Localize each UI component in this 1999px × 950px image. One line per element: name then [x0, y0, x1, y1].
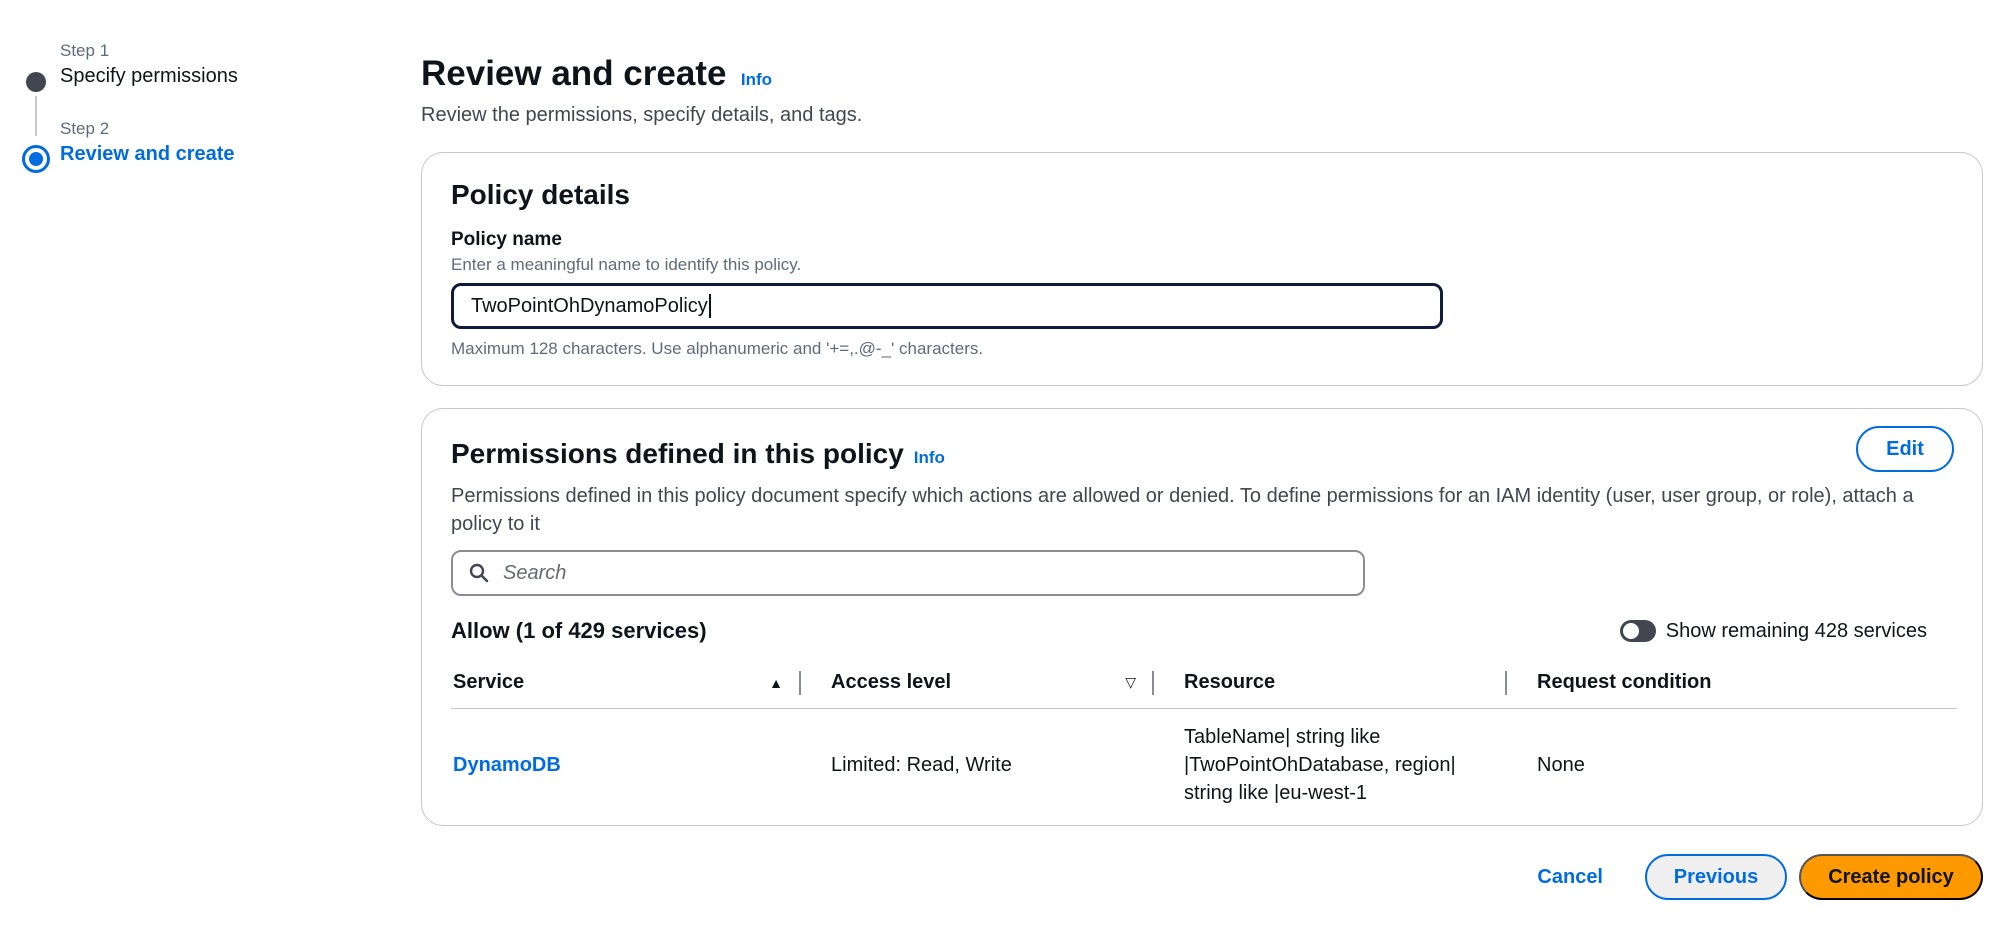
- cancel-button[interactable]: Cancel: [1537, 866, 1603, 889]
- sort-descending-icon[interactable]: ▽: [1125, 674, 1136, 691]
- step-2-label: Step 2: [60, 119, 110, 138]
- allow-services-title: Allow (1 of 429 services): [451, 618, 707, 643]
- column-header-service[interactable]: Service ▲: [451, 658, 801, 709]
- column-header-resource: Resource: [1154, 658, 1507, 709]
- permissions-title: Permissions defined in this policy: [451, 438, 904, 469]
- column-header-request-condition: Request condition: [1507, 658, 1957, 709]
- column-service-label: Service: [453, 671, 525, 694]
- show-remaining-services-toggle[interactable]: [1619, 620, 1656, 642]
- permissions-description: Permissions defined in this policy docum…: [451, 485, 1914, 535]
- search-placeholder: Search: [503, 561, 567, 584]
- column-header-access-level[interactable]: Access level ▽: [801, 658, 1154, 709]
- show-remaining-toggle-wrap: Show remaining 428 services: [1619, 619, 1927, 643]
- search-icon: [469, 563, 489, 583]
- policy-name-input[interactable]: TwoPointOhDynamoPolicy: [451, 283, 1443, 329]
- column-access-level-label: Access level: [831, 671, 952, 694]
- page-description: Review the permissions, specify details,…: [421, 104, 863, 126]
- sort-ascending-icon[interactable]: ▲: [769, 675, 783, 691]
- policy-details-container: Policy details Policy name Enter a meani…: [421, 152, 1983, 386]
- previous-button[interactable]: Previous: [1645, 854, 1787, 900]
- column-resource-label: Resource: [1184, 671, 1276, 694]
- policy-name-description: Enter a meaningful name to identify this…: [451, 255, 802, 274]
- step-2-title: Review and create: [60, 143, 235, 165]
- step-2: Step 2 Review and create: [20, 118, 320, 173]
- step-2-current-indicator-icon: [22, 145, 50, 173]
- cell-service: DynamoDB: [451, 708, 801, 821]
- page-header: Review and create Info Review the permis…: [421, 52, 862, 127]
- permissions-search-input[interactable]: Search: [451, 550, 1365, 596]
- page-title: Review and create: [421, 54, 727, 93]
- table-header-row: Service ▲ Access level ▽ Resource Request …: [451, 658, 1957, 709]
- edit-button[interactable]: Edit: [1856, 426, 1954, 472]
- service-link-dynamodb[interactable]: DynamoDB: [453, 754, 561, 776]
- step-1-title[interactable]: Specify permissions: [60, 62, 320, 90]
- table-row: DynamoDB Limited: Read, Write TableName|…: [451, 708, 1957, 821]
- text-caret: [708, 294, 711, 318]
- policy-name-constraint: Maximum 128 characters. Use alphanumeric…: [451, 339, 984, 358]
- cell-resource: TableName| string like |TwoPointOhDataba…: [1184, 725, 1456, 804]
- permissions-table: Service ▲ Access level ▽ Resource Request …: [451, 658, 1957, 821]
- policy-name-value: TwoPointOhDynamoPolicy: [471, 295, 708, 317]
- wizard-stepper: Step 1 Specify permissions Step 2 Review…: [20, 40, 320, 173]
- policy-name-label: Policy name: [451, 229, 562, 250]
- step-1-label: Step 1: [60, 41, 110, 60]
- allow-header-row: Allow (1 of 429 services) Show remaining…: [451, 618, 1954, 644]
- cell-request-condition: None: [1537, 753, 1585, 776]
- permissions-container: Permissions defined in this policy Info …: [421, 408, 1983, 826]
- permissions-info-link[interactable]: Info: [914, 448, 945, 468]
- step-1-indicator-icon: [26, 72, 46, 92]
- step-1[interactable]: Step 1 Specify permissions: [20, 40, 320, 136]
- cell-access-level: Limited: Read, Write: [831, 753, 1012, 776]
- policy-details-title: Policy details: [451, 179, 630, 210]
- wizard-footer: Cancel Previous Create policy: [1537, 854, 1983, 900]
- show-remaining-services-label: Show remaining 428 services: [1665, 619, 1927, 642]
- create-policy-button[interactable]: Create policy: [1799, 854, 1983, 900]
- header-info-link[interactable]: Info: [741, 70, 772, 89]
- permissions-header: Permissions defined in this policy Info …: [451, 426, 1954, 472]
- column-request-condition-label: Request condition: [1537, 671, 1712, 694]
